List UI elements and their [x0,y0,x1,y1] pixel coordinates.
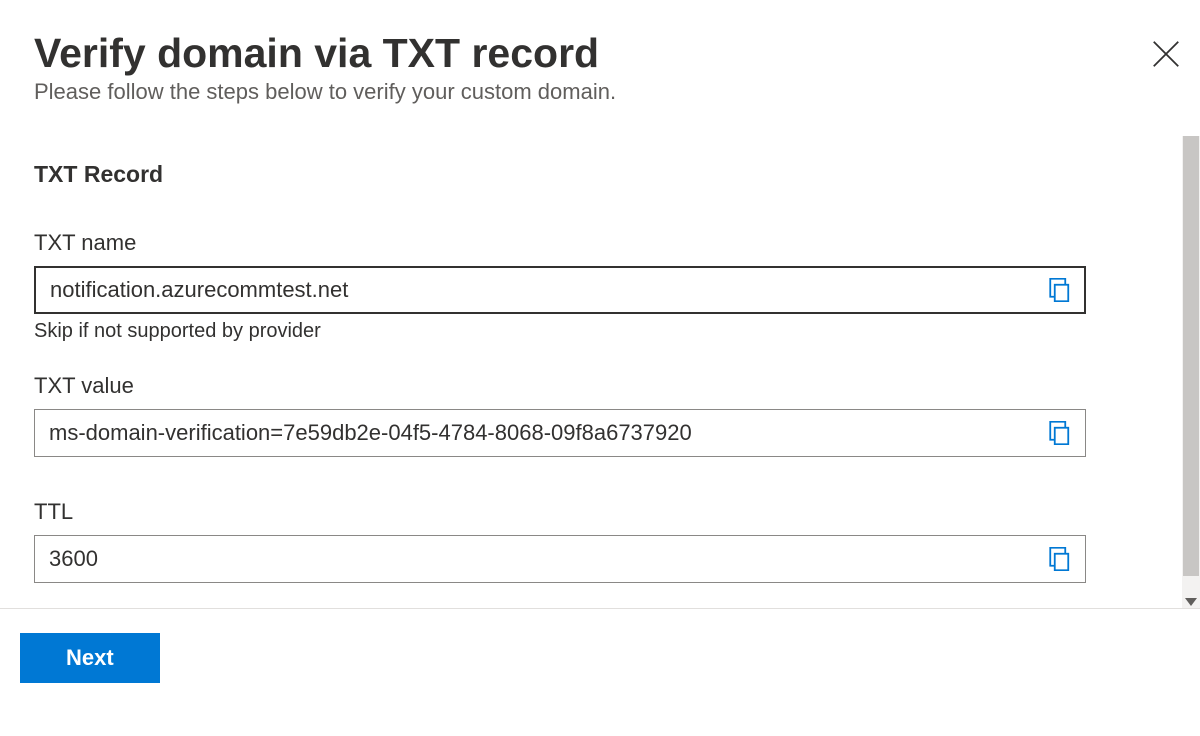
section-heading: TXT Record [34,161,1180,188]
scrollbar-track[interactable] [1182,136,1200,608]
copy-icon [1048,547,1072,571]
ttl-label: TTL [34,499,1180,525]
txt-name-input-wrapper [34,266,1086,314]
scrollbar-thumb[interactable] [1183,136,1199,576]
panel-footer: Next [0,608,1200,683]
close-button[interactable] [1148,36,1184,77]
txt-value-copy-button[interactable] [1044,417,1076,449]
close-icon [1152,40,1180,68]
txt-value-input[interactable] [34,409,1086,457]
txt-value-field-group: TXT value [34,373,1180,457]
copy-icon [1048,421,1072,445]
ttl-input-wrapper [34,535,1086,583]
copy-icon [1048,278,1072,302]
txt-name-helper: Skip if not supported by provider [34,320,1180,343]
ttl-copy-button[interactable] [1044,543,1076,575]
txt-value-label: TXT value [34,373,1180,399]
next-button[interactable]: Next [20,633,160,683]
txt-value-input-wrapper [34,409,1086,457]
panel-container: Verify domain via TXT record Please foll… [0,0,1200,608]
header-text-block: Verify domain via TXT record Please foll… [34,30,616,105]
txt-name-copy-button[interactable] [1044,274,1076,306]
txt-name-input[interactable] [34,266,1086,314]
ttl-input[interactable] [34,535,1086,583]
header-row: Verify domain via TXT record Please foll… [34,30,1174,105]
ttl-field-group: TTL [34,499,1180,583]
txt-name-label: TXT name [34,230,1180,256]
scrollbar-arrow-down-icon[interactable] [1185,598,1197,606]
txt-name-field-group: TXT name Skip if not supported by provid… [34,230,1180,343]
page-subtitle: Please follow the steps below to verify … [34,79,616,105]
page-title: Verify domain via TXT record [34,30,616,77]
